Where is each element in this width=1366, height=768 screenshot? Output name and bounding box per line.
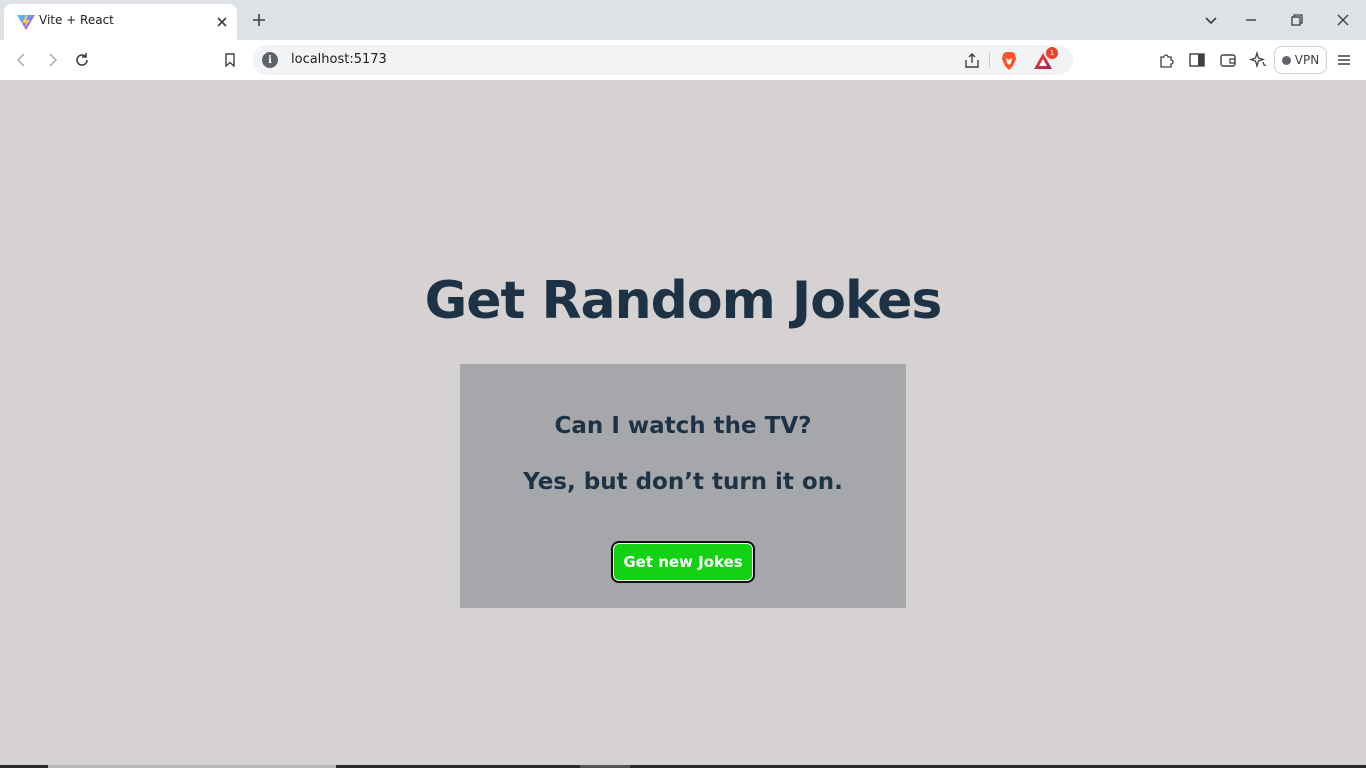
close-icon[interactable]: [1331, 8, 1355, 32]
plus-icon[interactable]: [248, 9, 270, 31]
rewards-badge: 1: [1046, 47, 1058, 59]
get-new-jokes-button[interactable]: Get new Jokes: [611, 541, 755, 583]
omnibox-divider: [989, 52, 990, 68]
share-icon[interactable]: [961, 50, 983, 72]
joke-card: Can I watch the TV? Yes, but don’t turn …: [460, 364, 906, 608]
tab-strip: Vite + React: [0, 0, 1366, 40]
tab-title: Vite + React: [39, 13, 114, 27]
vite-logo-icon: [16, 12, 36, 32]
sidebar-icon[interactable]: [1185, 48, 1209, 72]
page-content: Get Random Jokes Can I watch the TV? Yes…: [0, 81, 1366, 768]
url-text: localhost:5173: [291, 52, 387, 67]
reload-icon[interactable]: [70, 48, 94, 72]
wallet-icon[interactable]: [1216, 48, 1240, 72]
joke-setup: Can I watch the TV?: [554, 413, 812, 439]
site-info-icon[interactable]: i: [262, 52, 278, 68]
bookmark-icon[interactable]: [218, 48, 242, 72]
joke-punchline: Yes, but don’t turn it on.: [523, 469, 843, 495]
leo-ai-icon[interactable]: [1246, 48, 1270, 72]
forward-icon[interactable]: [40, 48, 64, 72]
page-title: Get Random Jokes: [424, 271, 943, 331]
vpn-button[interactable]: VPN: [1274, 46, 1327, 74]
brave-rewards-icon[interactable]: 1: [1032, 47, 1058, 72]
back-icon[interactable]: [10, 48, 34, 72]
tab-close-icon[interactable]: [212, 12, 232, 32]
minimize-icon[interactable]: [1239, 8, 1263, 32]
browser-tab[interactable]: Vite + React: [4, 4, 237, 40]
tab-search-icon[interactable]: [1199, 8, 1223, 32]
vpn-label: VPN: [1294, 53, 1320, 67]
vpn-status-icon: [1281, 55, 1291, 65]
restore-icon[interactable]: [1285, 8, 1309, 32]
extensions-icon[interactable]: [1155, 48, 1179, 72]
brave-shields-icon[interactable]: [998, 50, 1020, 72]
address-bar[interactable]: i localhost:5173 1: [253, 45, 1073, 75]
browser-toolbar: i localhost:5173 1 VPN: [0, 40, 1366, 81]
menu-icon[interactable]: [1332, 48, 1356, 72]
